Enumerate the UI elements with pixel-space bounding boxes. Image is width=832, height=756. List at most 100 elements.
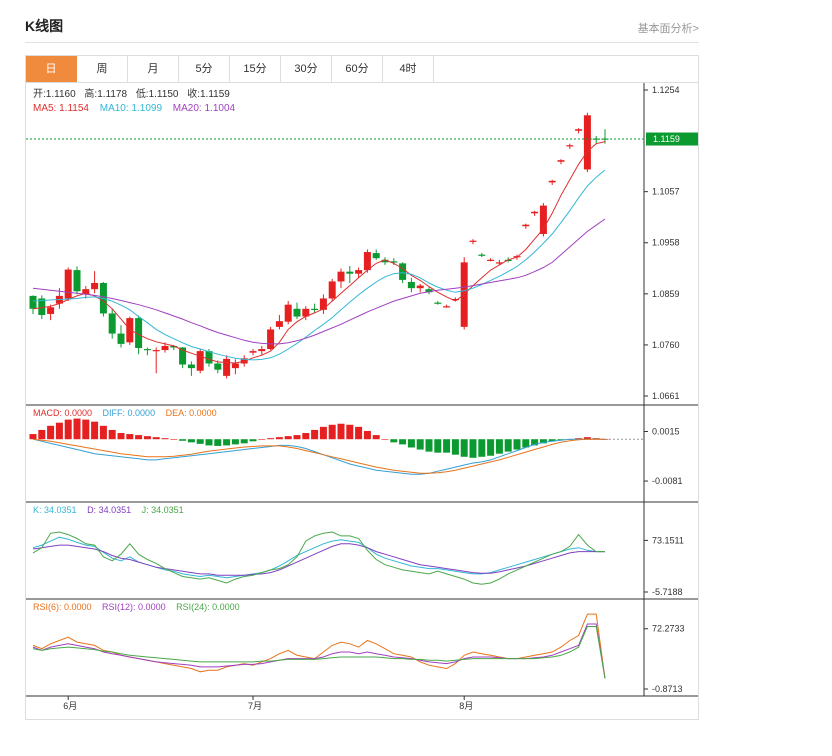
macd-bar xyxy=(434,439,442,453)
candle-body xyxy=(64,269,72,299)
candle-body xyxy=(346,271,354,274)
macd-bar xyxy=(513,439,521,450)
candles-layer xyxy=(29,112,609,379)
rsi-layer xyxy=(32,613,606,679)
high-label: 高: xyxy=(84,87,97,100)
macd-bar xyxy=(47,425,55,440)
candle-body xyxy=(126,318,134,343)
candle-body xyxy=(443,306,451,308)
macd-bar xyxy=(416,439,424,450)
kdj-line-j xyxy=(32,531,605,585)
fundamental-analysis-link[interactable]: 基本面分析> xyxy=(638,20,699,36)
candle-body xyxy=(258,349,266,352)
kline-chart[interactable]: 1.1254 1.1057 1.0958 1.0859 1.0760 1.0661 0.00… xyxy=(26,56,698,719)
macd-bar xyxy=(143,436,151,440)
macd-bar xyxy=(267,438,275,440)
macd-bar xyxy=(407,439,415,448)
macd-bar xyxy=(91,421,99,440)
macd-bar xyxy=(495,439,503,454)
macd-bar xyxy=(223,439,231,446)
candle-body xyxy=(152,350,160,352)
candle-body xyxy=(522,224,530,227)
title-divider xyxy=(25,42,699,43)
macd-bar xyxy=(293,435,301,440)
rsi-line-1 xyxy=(32,623,606,679)
macd-layer xyxy=(29,418,644,475)
ma-legend: MA5: 1.1154 MA10: 1.1099 MA20: 1.1004 xyxy=(33,103,236,114)
macd-bar xyxy=(355,426,363,440)
macd-bar xyxy=(135,435,143,440)
open-label: 开: xyxy=(33,89,46,100)
candle-body xyxy=(566,145,574,147)
close-value: 1.1159 xyxy=(200,89,230,100)
macd-bar xyxy=(152,437,160,440)
ma-line-ma10 xyxy=(32,169,606,361)
rsi-legend: RSI(6): 0.0000 RSI(12): 0.0000 RSI(24): … xyxy=(33,602,240,612)
macd-bar xyxy=(319,426,327,440)
candle-body xyxy=(293,308,301,317)
candle-body xyxy=(117,333,125,344)
macd-bar xyxy=(504,439,512,452)
rsi-legend-6: RSI(6): 0.0000 xyxy=(33,602,92,612)
rsi-tick-label: -0.8713 xyxy=(652,684,683,694)
macd-bar xyxy=(179,439,187,441)
macd-bar xyxy=(425,439,433,452)
macd-bar xyxy=(460,439,468,457)
macd-bar xyxy=(73,418,81,440)
ma-line-ma20 xyxy=(32,218,606,345)
kdj-legend: K: 34.0351 D: 34.0351 J: 34.0351 xyxy=(33,505,184,515)
candle-body xyxy=(434,302,442,304)
candle-body xyxy=(319,298,327,310)
ma20-legend: MA20: 1.1004 xyxy=(173,103,236,114)
macd-bar xyxy=(328,424,336,440)
x-tick-label: 6月 xyxy=(63,701,77,711)
macd-bar xyxy=(187,439,195,443)
candle-body xyxy=(372,253,380,259)
candle-body xyxy=(355,270,363,274)
macd-bar xyxy=(29,434,37,440)
macd-bar xyxy=(249,439,257,442)
candle-body xyxy=(469,240,477,242)
macd-bar xyxy=(443,439,451,453)
kdj-tick-label: 73.1511 xyxy=(652,535,684,545)
kdj-tick-label: -5.7188 xyxy=(652,587,683,597)
high-value: 1.1178 xyxy=(97,89,127,100)
kdj-line-d xyxy=(32,543,605,576)
candle-body xyxy=(328,281,336,299)
candle-body xyxy=(363,252,371,271)
kline-panel: 日 周 月 5分 15分 30分 60分 4时 1.1254 1.1057 1.09… xyxy=(25,55,699,720)
macd-bar xyxy=(346,424,354,440)
macd-bar xyxy=(64,419,72,440)
candle-body xyxy=(548,180,556,183)
candle-body xyxy=(108,313,116,334)
candle-body xyxy=(47,307,55,314)
candle-body xyxy=(143,349,151,351)
macd-bar xyxy=(108,429,116,440)
x-tick-label: 7月 xyxy=(248,701,262,711)
macd-legend: MACD: 0.0000 DIFF: 0.0000 DEA: 0.0000 xyxy=(33,408,217,418)
last-price-text: 1.1159 xyxy=(653,134,680,144)
macd-bar xyxy=(311,429,319,440)
price-tick-label: 1.0661 xyxy=(652,391,680,401)
macd-bar xyxy=(258,439,266,440)
macd-bar xyxy=(196,439,204,444)
macd-bar xyxy=(451,439,459,455)
candle-body xyxy=(91,282,99,290)
macd-bar xyxy=(302,433,310,440)
candle-body xyxy=(161,345,169,351)
low-label: 低: xyxy=(136,87,149,100)
price-tick-label: 1.1057 xyxy=(652,187,680,197)
kdj-legend-j: J: 34.0351 xyxy=(142,505,184,515)
macd-bar xyxy=(38,429,46,440)
candle-body xyxy=(187,364,195,369)
macd-tick-label: -0.0081 xyxy=(652,476,683,486)
kdj-legend-k: K: 34.0351 xyxy=(33,505,77,515)
price-tick-label: 1.1254 xyxy=(652,85,680,95)
candle-body xyxy=(399,263,407,280)
macd-bar xyxy=(170,439,178,440)
macd-bar xyxy=(487,439,495,456)
candle-body xyxy=(223,358,231,376)
macd-bar xyxy=(82,419,90,440)
candle-body xyxy=(231,363,239,369)
macd-legend-dea: DEA: 0.0000 xyxy=(166,408,217,418)
